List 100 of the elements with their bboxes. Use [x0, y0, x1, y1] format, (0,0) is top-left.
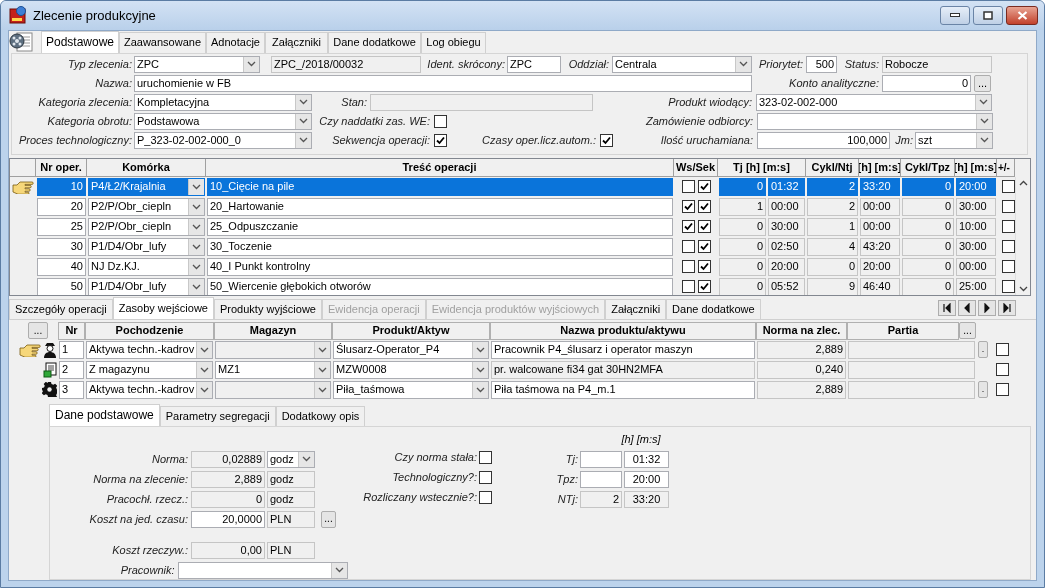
table-cell[interactable]: Piła taśmowa na P4_m.1	[491, 380, 755, 399]
ellipsis-button[interactable]: ...	[28, 322, 48, 340]
checkbox[interactable]	[996, 383, 1009, 397]
input-field[interactable]	[580, 470, 622, 488]
tab[interactable]: Zaawansowane	[119, 31, 206, 53]
tab[interactable]: Szczegóły operacji	[9, 298, 113, 319]
dropdown[interactable]: ZPC	[134, 55, 260, 73]
column-header[interactable]: Treść operacji	[206, 158, 674, 177]
column-header[interactable]: Magazyn	[214, 321, 332, 340]
checkbox[interactable]	[479, 450, 492, 464]
tab[interactable]: Dane dodatkowe	[666, 298, 761, 319]
checkbox[interactable]	[600, 133, 613, 147]
dropdown[interactable]: 323-02-002-000	[756, 93, 992, 111]
checkbox[interactable]	[681, 220, 695, 234]
column-header[interactable]: Cykl/Ntj	[806, 158, 859, 177]
checkbox[interactable]	[697, 200, 711, 214]
checkbox[interactable]	[681, 280, 695, 294]
column-header[interactable]: Komórka	[87, 158, 206, 177]
checkbox[interactable]	[681, 260, 695, 274]
tab[interactable]: Parametry segregacji	[159, 405, 276, 426]
checkbox[interactable]	[434, 114, 447, 128]
column-header[interactable]: Cykl/Tpz	[901, 158, 955, 177]
input-field[interactable]: 500	[806, 55, 837, 73]
minimize-button[interactable]	[940, 5, 970, 25]
dropdown[interactable]: Aktywa techn.-kadrov	[86, 380, 213, 399]
input-field[interactable]: 20,0000	[191, 510, 265, 528]
tab[interactable]: Dane podstawowe	[49, 403, 160, 426]
checkbox[interactable]	[1002, 240, 1015, 254]
column-header[interactable]: Produkt/Aktyw	[332, 321, 490, 340]
checkbox[interactable]	[479, 490, 492, 504]
dropdown[interactable]: P4/Ł2/Krajalnia	[88, 177, 205, 196]
checkbox[interactable]	[996, 343, 1009, 357]
last-record-button[interactable]	[998, 299, 1016, 316]
tab[interactable]: Dane dodatkowe	[328, 31, 421, 53]
checkbox[interactable]	[1002, 260, 1015, 274]
checkbox[interactable]	[681, 240, 695, 254]
table-row[interactable]: 2 Z magazynu MZ1 MZW0008 pr. walcowane fi34 gat 30HN2MFA 0,240	[9, 359, 1036, 380]
scrollbar[interactable]	[1015, 176, 1030, 295]
checkbox[interactable]	[1002, 200, 1015, 214]
column-header[interactable]: Partia	[847, 321, 959, 340]
input-field[interactable]	[580, 450, 622, 468]
close-button[interactable]	[1006, 5, 1038, 25]
checkbox[interactable]	[697, 240, 711, 254]
checkbox[interactable]	[697, 280, 711, 294]
dropdown[interactable]: P2/P/Obr_ciepln	[88, 197, 205, 216]
column-header[interactable]: Nr	[58, 321, 85, 340]
dropdown[interactable]: MZ1	[215, 360, 331, 379]
tab[interactable]: Podstawowe	[41, 30, 119, 53]
table-row[interactable]: 30 P1/D4/Obr_lufy 30_Toczenie 0 02:50 4 43:20 0 30:00	[10, 236, 1015, 257]
small-button[interactable]: .	[978, 381, 988, 399]
ellipsis-button[interactable]: ...	[974, 74, 991, 92]
dropdown[interactable]: Ślusarz-Operator_P4	[333, 340, 489, 359]
ellipsis-button[interactable]: ...	[959, 322, 976, 340]
tab[interactable]: Adnotacje	[206, 31, 265, 53]
column-header[interactable]: Tj [h] [m:s]	[718, 158, 806, 177]
dropdown[interactable]: Z magazynu	[86, 360, 213, 379]
dropdown[interactable]: Centrala	[612, 55, 752, 73]
input-field[interactable]: 100,000	[757, 131, 890, 149]
checkbox[interactable]	[681, 200, 695, 214]
checkbox[interactable]	[1002, 280, 1015, 294]
tab[interactable]: Dodatkowy opis	[275, 405, 366, 426]
checkbox[interactable]	[1002, 220, 1015, 234]
table-row[interactable]: 20 P2/P/Obr_ciepln 20_Hartowanie 1 00:00 2 00:00 0 30:00	[10, 196, 1015, 217]
dropdown[interactable]: godz	[267, 450, 315, 468]
column-header[interactable]: Nazwa produktu/aktywu	[490, 321, 756, 340]
ellipsis-button[interactable]: ...	[321, 510, 336, 528]
checkbox[interactable]	[479, 470, 492, 484]
column-header[interactable]: Ws/Sek	[674, 158, 718, 177]
tab[interactable]: Załączniki	[265, 31, 328, 53]
tab[interactable]: Zasoby wejściowe	[112, 296, 214, 319]
table-row[interactable]: 25 P2/P/Obr_ciepln 25_Odpuszczanie 0 30:00 1 00:00 0 10:00	[10, 216, 1015, 237]
table-row[interactable]: 1 Aktywa techn.-kadrov Ślusarz-Operator_P4 Pracownik P4_ślusarz i operator maszyn 2,889 .	[9, 339, 1036, 360]
next-record-button[interactable]	[978, 299, 996, 316]
dropdown[interactable]: NJ Dz.KJ.	[88, 257, 205, 276]
dropdown[interactable]: MZW0008	[333, 360, 489, 379]
column-header[interactable]: Norma na zlec.	[756, 321, 847, 340]
first-record-button[interactable]	[938, 299, 956, 316]
table-row[interactable]: 50 P1/D4/Obr_lufy 50_Wiercenie głębokich otworów 0 05:52 9 46:40 0 25:00	[10, 276, 1015, 295]
table-cell[interactable]: 2	[59, 360, 84, 379]
dropdown[interactable]: P1/D4/Obr_lufy	[88, 277, 205, 295]
table-row[interactable]: 40 NJ Dz.KJ. 40_I Punkt kontrolny 0 20:00 0 20:00 0 00:00	[10, 256, 1015, 277]
tab[interactable]: Załączniki	[605, 298, 667, 319]
dropdown[interactable]: Kompletacyjna	[134, 93, 312, 111]
dropdown[interactable]: Aktywa techn.-kadrov	[86, 340, 213, 359]
table-cell[interactable]: Pracownik P4_ślusarz i operator maszyn	[491, 340, 755, 359]
checkbox[interactable]	[996, 363, 1009, 377]
table-row[interactable]: 3 Aktywa techn.-kadrov Piła_taśmowa Piła taśmowa na P4_m.1 2,889 .	[9, 379, 1036, 400]
column-header[interactable]: +/-	[997, 158, 1015, 177]
tab[interactable]: Log obiegu	[421, 31, 486, 53]
dropdown[interactable]: Podstawowa	[134, 112, 312, 130]
checkbox[interactable]	[697, 220, 711, 234]
scroll-down-icon[interactable]	[1018, 285, 1028, 292]
dropdown[interactable]: P_323-02-002-000_0	[134, 131, 312, 149]
previous-record-button[interactable]	[958, 299, 976, 316]
checkbox[interactable]	[434, 133, 447, 147]
scroll-up-icon[interactable]	[1018, 179, 1028, 186]
input-field[interactable]: uruchomienie w FB	[134, 74, 752, 92]
table-cell[interactable]: 3	[59, 380, 84, 399]
dropdown[interactable]: P2/P/Obr_ciepln	[88, 217, 205, 236]
checkbox[interactable]	[681, 180, 695, 194]
